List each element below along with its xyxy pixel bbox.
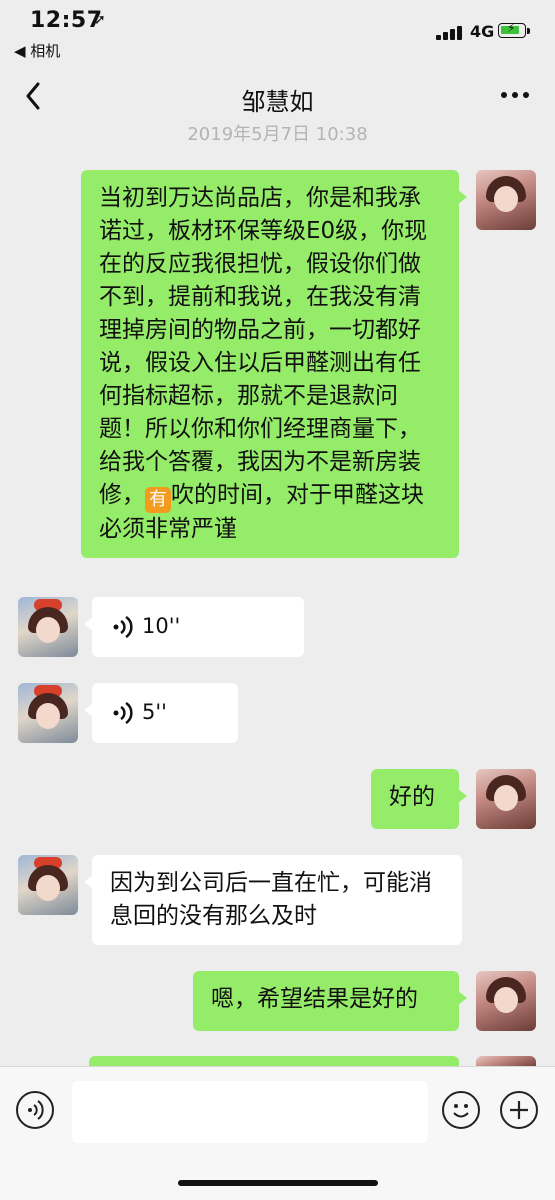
voice-message-bubble[interactable]: 10'' [84,597,304,657]
more-actions-button[interactable] [500,1091,538,1129]
back-to-camera-link[interactable]: ◀ 相机 [14,40,60,61]
voice-wave-icon [113,615,133,639]
home-indicator[interactable] [178,1180,378,1186]
message-text: 因为到公司后一直在忙，可能消息回的没有那么及时 [110,870,432,929]
voice-duration: 5'' [142,700,167,724]
battery-icon: ⚡ [498,21,526,38]
message-text: 好的 [389,784,435,810]
more-dot-icon [501,92,507,98]
location-arrow-icon: ➚ [94,12,106,28]
contact-avatar[interactable] [18,855,78,915]
contact-avatar[interactable] [18,597,78,657]
message-bubble-contact[interactable]: 因为到公司后一直在忙，可能消息回的没有那么及时 [84,855,462,945]
message-timestamp: 2019年5月7日 10:38 [187,124,368,145]
self-avatar[interactable] [476,971,536,1031]
status-time: 12:57 [30,8,103,33]
message-bubble-self[interactable]: 当初到万达尚品店，你是和我承诺过，板材环保等级E0级，你现在的反应我很担忧，假设… [81,170,467,558]
plus-icon [510,1101,528,1119]
message-text: 当初到万达尚品店，你是和我承诺过，板材环保等级E0级，你现在的反应我很担忧，假设… [99,185,428,508]
voice-wave-icon [113,701,133,725]
status-bar: 12:57 ➚ ◀ 相机 4G ⚡ [0,0,555,66]
more-dot-icon [523,92,529,98]
chat-title: 邹慧如 [241,88,314,116]
emoji-you-icon: 有 [145,487,171,513]
chat-header: 邹慧如 [0,66,555,128]
message-bubble-self[interactable]: 好的 [371,769,467,829]
voice-duration: 10'' [142,614,181,638]
voice-message-bubble[interactable]: 5'' [84,683,238,743]
battery-tip [527,28,530,34]
voice-input-button[interactable] [16,1091,54,1129]
message-text: 嗯，希望结果是好的 [211,986,418,1012]
more-options-button[interactable] [501,90,529,100]
self-avatar[interactable] [476,769,536,829]
signal-icon [436,24,466,40]
more-dot-icon [512,92,518,98]
smiley-icon [453,1104,469,1118]
self-avatar[interactable] [476,170,536,230]
network-type: 4G [470,22,495,41]
contact-avatar[interactable] [18,683,78,743]
message-input[interactable] [72,1081,428,1143]
message-bubble-self[interactable]: 嗯，希望结果是好的 [193,971,467,1031]
emoji-button[interactable] [442,1091,480,1129]
voice-toggle-icon [28,1100,44,1120]
